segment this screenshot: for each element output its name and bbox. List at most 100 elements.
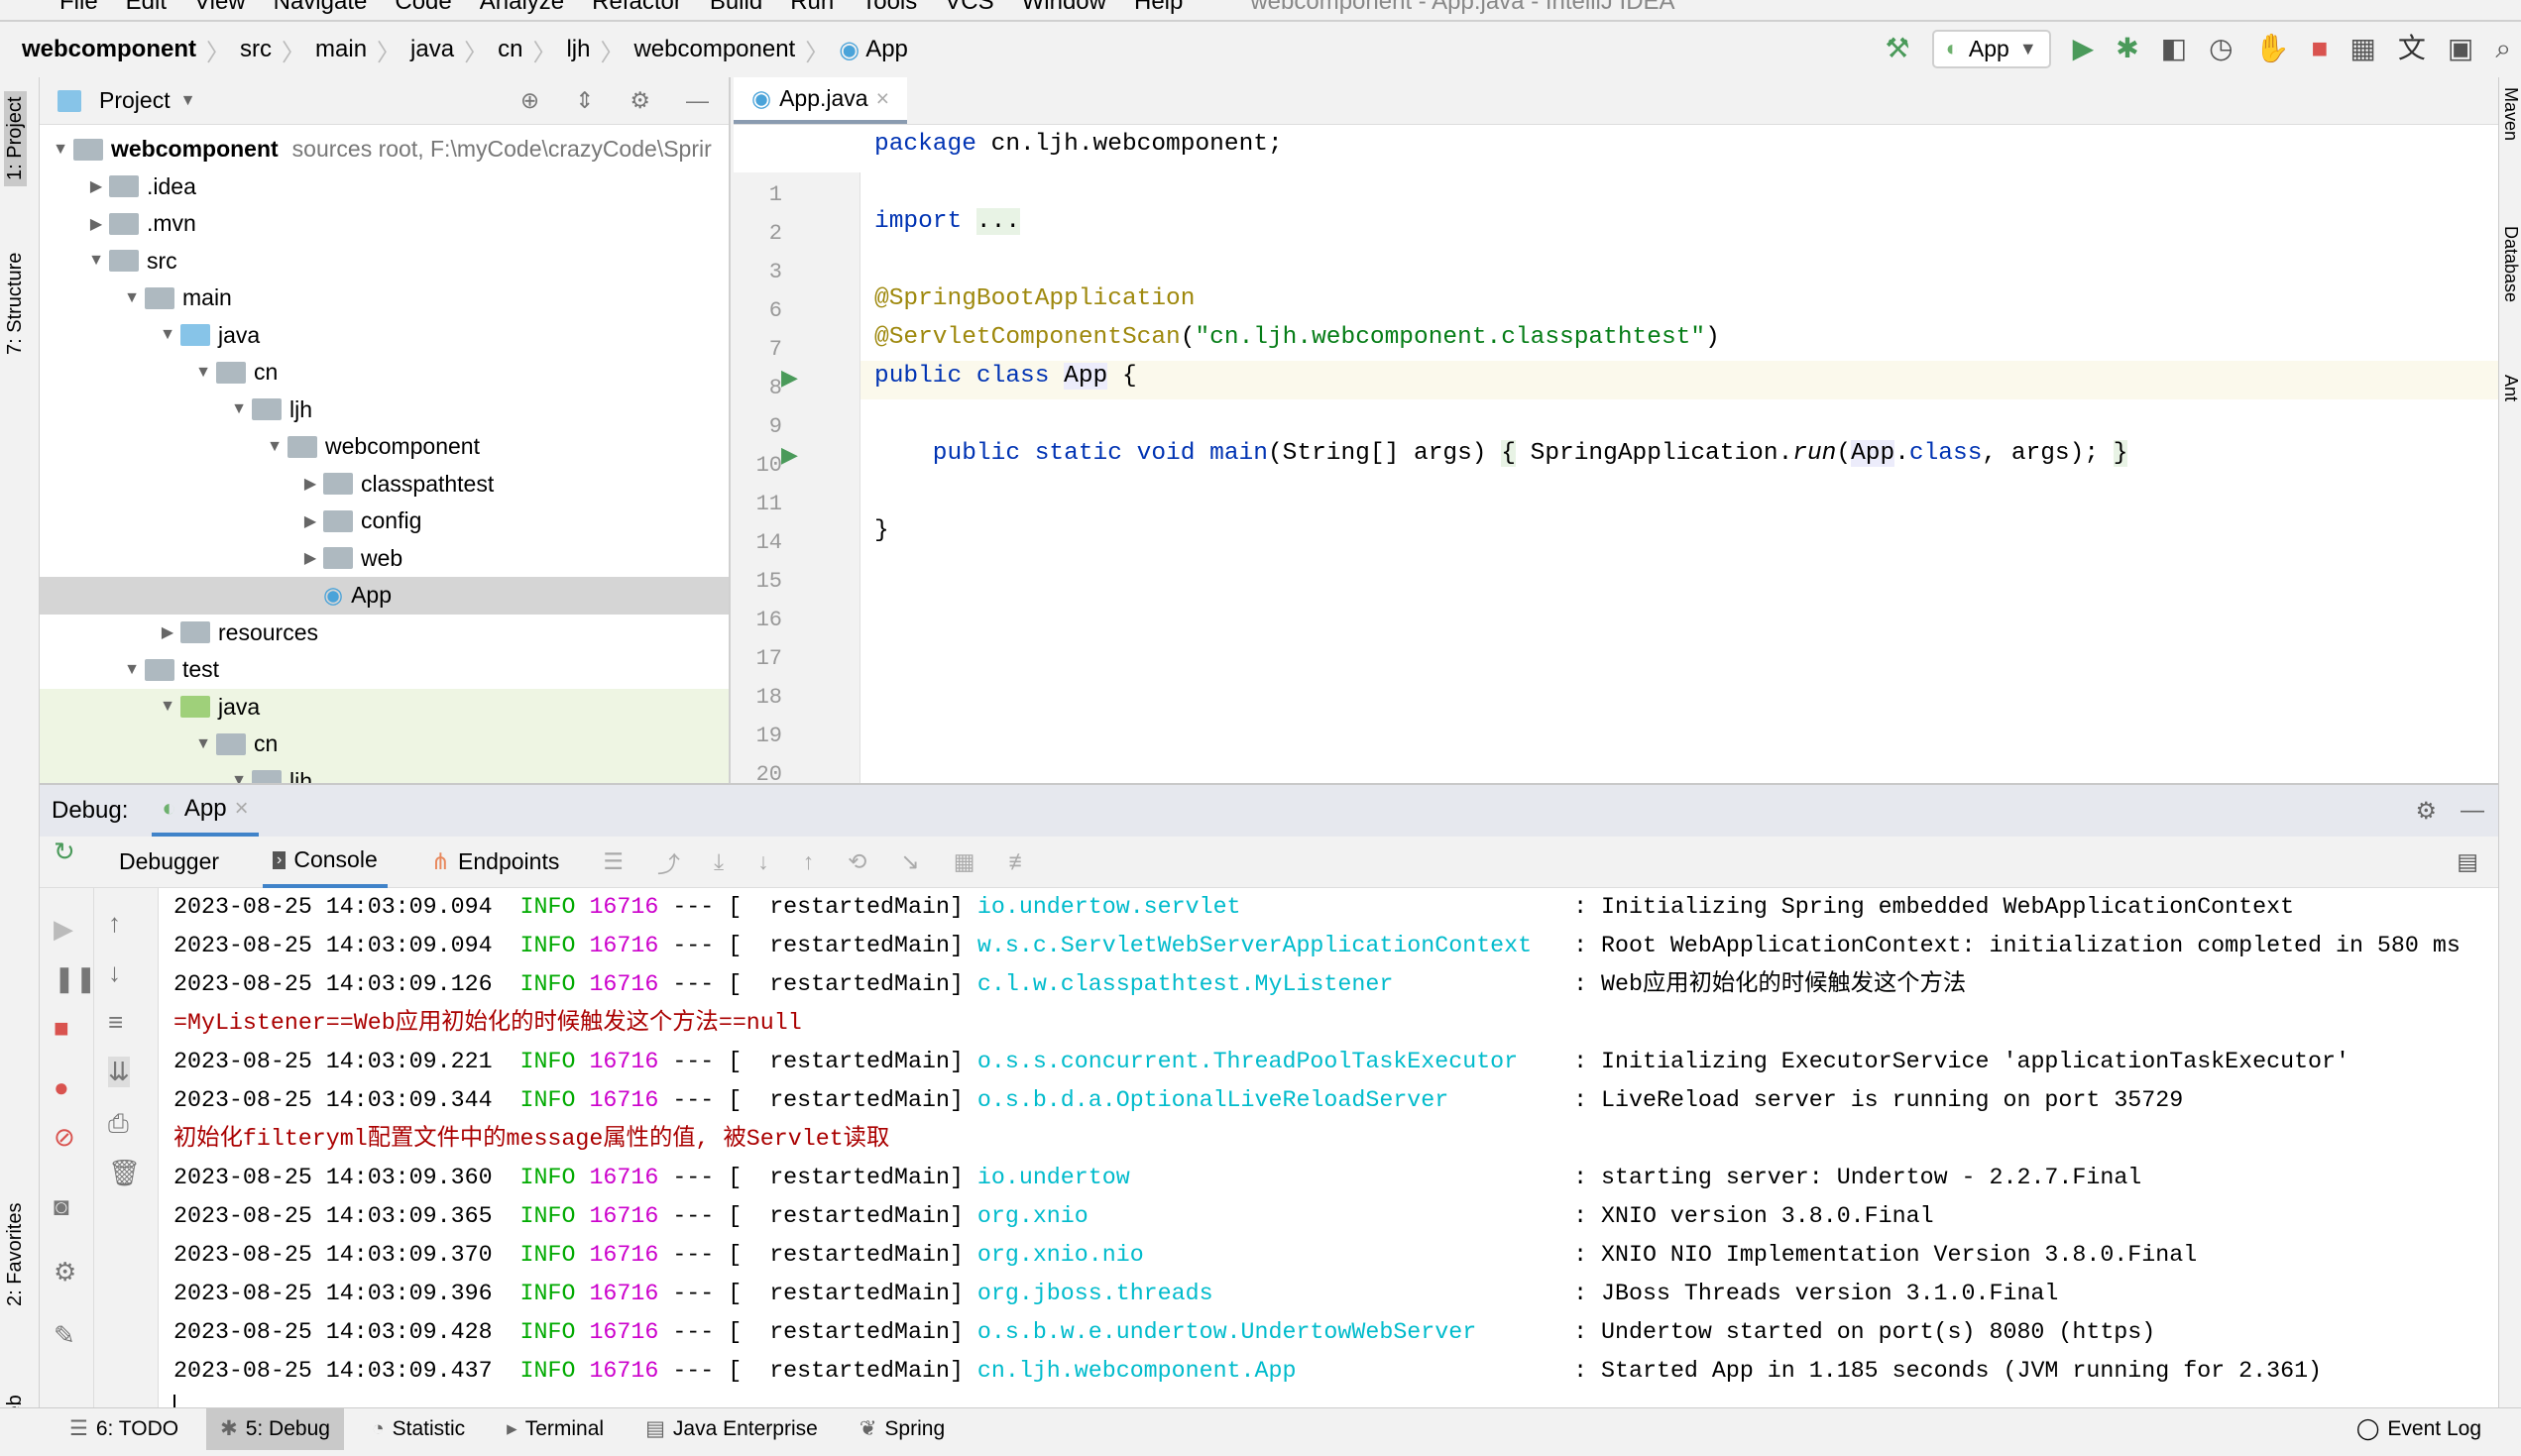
- mute-breakpoints-icon[interactable]: ⊘: [54, 1122, 75, 1153]
- minimize-icon[interactable]: —: [2461, 797, 2498, 825]
- code-area[interactable]: 123678910111415161718192021 package cn.l…: [734, 125, 2498, 831]
- view-breakpoints-icon[interactable]: ●: [54, 1072, 69, 1103]
- rerun-icon[interactable]: ↻: [54, 837, 75, 867]
- menu-navigate[interactable]: Navigate: [274, 0, 368, 18]
- collapsed-arrow-icon[interactable]: ▶: [297, 511, 323, 531]
- tree-node[interactable]: ▼ cn: [40, 726, 729, 763]
- camera-icon[interactable]: ◙: [54, 1191, 69, 1222]
- breadcrumb-item[interactable]: webcomponent: [633, 36, 795, 63]
- breadcrumb-item[interactable]: App: [865, 36, 908, 63]
- debug-session-tab[interactable]: ◐ App ×: [152, 785, 259, 837]
- logger[interactable]: cn.ljh.webcomponent.App: [977, 1358, 1297, 1384]
- menu-tools[interactable]: Tools: [861, 0, 917, 18]
- collapsed-arrow-icon[interactable]: ▶: [83, 176, 109, 196]
- tab-console[interactable]: › Console: [263, 837, 388, 888]
- menu-window[interactable]: Window: [1022, 0, 1106, 18]
- stop-icon[interactable]: ■: [2311, 35, 2328, 62]
- expanded-arrow-icon[interactable]: ▼: [48, 141, 73, 159]
- menu-run[interactable]: Run: [790, 0, 834, 18]
- tab-app-java[interactable]: ◉ App.java ×: [734, 77, 908, 124]
- profile-icon[interactable]: ◷: [2209, 35, 2233, 62]
- logger[interactable]: w.s.c.ServletWebServerApplicationContext: [977, 933, 1532, 958]
- threads-icon[interactable]: ☰: [603, 848, 624, 875]
- collapsed-arrow-icon[interactable]: ▶: [83, 214, 109, 234]
- logger[interactable]: c.l.w.classpathtest.MyListener: [977, 971, 1393, 997]
- gear-icon[interactable]: ⚙: [630, 87, 650, 114]
- menu-code[interactable]: Code: [395, 0, 451, 18]
- tree-node[interactable]: ▼ java: [40, 688, 729, 726]
- logger[interactable]: org.jboss.threads: [977, 1281, 1213, 1306]
- tree-node[interactable]: ▼ webcomponent: [40, 428, 729, 466]
- trash-icon[interactable]: 🗑: [108, 1158, 141, 1188]
- tree-node[interactable]: ▶ resources: [40, 615, 729, 652]
- expanded-arrow-icon[interactable]: ▼: [83, 252, 109, 270]
- drop-frame-icon[interactable]: ⟲: [848, 848, 866, 875]
- tree-node[interactable]: ▼ cn: [40, 354, 729, 392]
- expanded-arrow-icon[interactable]: ▼: [226, 772, 252, 783]
- show-execution-point-icon[interactable]: ⤴: [657, 845, 680, 879]
- logger[interactable]: o.s.b.d.a.OptionalLiveReloadServer: [977, 1087, 1448, 1113]
- gear-icon[interactable]: ⚙: [2415, 797, 2437, 826]
- logger[interactable]: io.undertow: [977, 1165, 1130, 1190]
- down-icon[interactable]: ↓: [108, 957, 121, 988]
- tool-tab-ant[interactable]: Ant: [2500, 375, 2521, 401]
- menu-edit[interactable]: Edit: [126, 0, 167, 18]
- breadcrumb-item[interactable]: cn: [498, 36, 522, 63]
- close-icon[interactable]: ×: [876, 85, 889, 112]
- locate-icon[interactable]: ⊕: [520, 87, 539, 114]
- tree-node[interactable]: ▼ src: [40, 243, 729, 280]
- logger[interactable]: o.s.b.w.e.undertow.UndertowWebServer: [977, 1319, 1476, 1345]
- settings-icon[interactable]: ⚙: [54, 1257, 76, 1288]
- minimize-icon[interactable]: —: [686, 87, 709, 114]
- tree-node[interactable]: ◉ App: [40, 577, 729, 615]
- tool-tab-structure[interactable]: 7: Structure: [4, 253, 27, 355]
- chevron-down-icon[interactable]: ▼: [180, 92, 196, 110]
- collapsed-arrow-icon[interactable]: ▶: [297, 548, 323, 568]
- up-icon[interactable]: ↑: [108, 908, 121, 939]
- tool-window-button[interactable]: ✱ 5: Debug: [206, 1407, 344, 1450]
- expanded-arrow-icon[interactable]: ▼: [119, 289, 145, 307]
- tool-tab-project[interactable]: 1: Project: [4, 90, 27, 186]
- run-gutter-icon[interactable]: ▶: [781, 365, 798, 391]
- step-into-icon[interactable]: ↓: [757, 848, 769, 875]
- tool-tab-maven[interactable]: Maven: [2500, 87, 2521, 141]
- step-out-icon[interactable]: ↑: [803, 848, 815, 875]
- translate-icon[interactable]: 文: [2398, 35, 2426, 62]
- tree-node[interactable]: ▶ .idea: [40, 168, 729, 206]
- run-config-select[interactable]: ◐ App ▼: [1931, 29, 2051, 68]
- menu-analyze[interactable]: Analyze: [480, 0, 564, 18]
- tree-node[interactable]: ▼ ljh: [40, 762, 729, 783]
- tree-node[interactable]: ▼ java: [40, 317, 729, 355]
- menu-file[interactable]: File: [59, 0, 98, 18]
- console-output[interactable]: 2023-08-25 14:03:09.094 INFO 16716 --- […: [173, 888, 2498, 1409]
- expanded-arrow-icon[interactable]: ▼: [119, 661, 145, 679]
- tree-node[interactable]: ▼ webcomponent sources root, F:\myCode\cra…: [40, 131, 729, 168]
- close-icon[interactable]: ×: [235, 795, 249, 823]
- search-icon[interactable]: ⌕: [2495, 35, 2511, 62]
- menu-vcs[interactable]: VCS: [945, 0, 993, 18]
- tree-node[interactable]: ▼ test: [40, 651, 729, 689]
- expanded-arrow-icon[interactable]: ▼: [262, 438, 287, 456]
- menu-build[interactable]: Build: [710, 0, 762, 18]
- logger[interactable]: org.xnio.nio: [977, 1242, 1144, 1268]
- breadcrumb-item[interactable]: main: [315, 36, 367, 63]
- breadcrumb-item[interactable]: webcomponent: [22, 36, 196, 63]
- expanded-arrow-icon[interactable]: ▼: [155, 326, 180, 344]
- run-icon[interactable]: ▶: [2073, 35, 2095, 62]
- expanded-arrow-icon[interactable]: ▼: [190, 735, 216, 753]
- menu-refactor[interactable]: Refactor: [592, 0, 682, 18]
- resume-icon[interactable]: ▶: [54, 914, 73, 945]
- project-structure-icon[interactable]: ▦: [2349, 35, 2375, 62]
- run-gutter-icon[interactable]: ▶: [781, 442, 798, 468]
- expanded-arrow-icon[interactable]: ▼: [226, 400, 252, 418]
- collapsed-arrow-icon[interactable]: ▶: [297, 474, 323, 494]
- breadcrumb-item[interactable]: src: [240, 36, 272, 63]
- trace-icon[interactable]: ≢: [1008, 848, 1031, 875]
- tab-debugger[interactable]: Debugger: [109, 837, 229, 888]
- tree-node[interactable]: ▼ main: [40, 280, 729, 317]
- breadcrumb-item[interactable]: ljh: [566, 36, 590, 63]
- pause-icon[interactable]: ❚❚: [54, 963, 97, 994]
- tool-tab-favorites[interactable]: 2: Favorites: [4, 1203, 27, 1306]
- expanded-arrow-icon[interactable]: ▼: [190, 364, 216, 382]
- event-log-button[interactable]: ◯ Event Log: [2343, 1408, 2521, 1450]
